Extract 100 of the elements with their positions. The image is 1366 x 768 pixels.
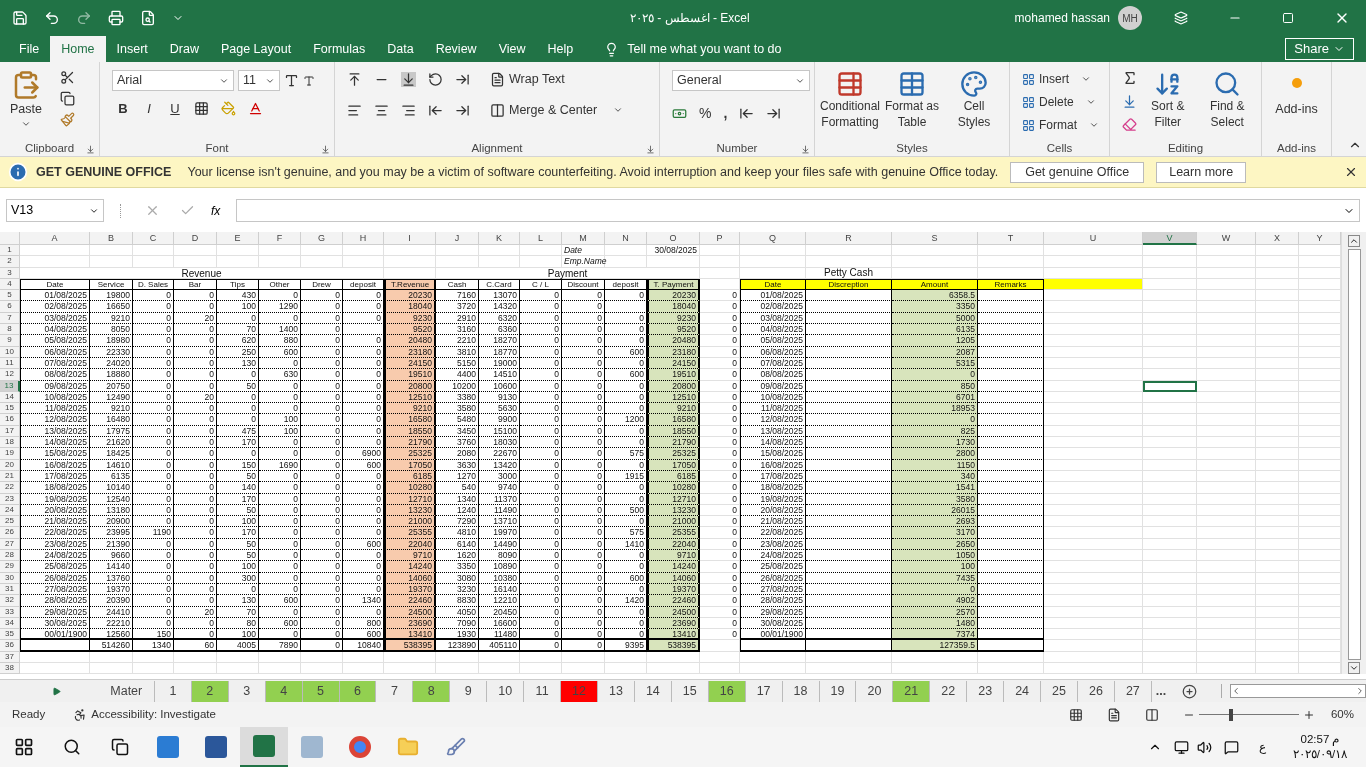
dialog-launcher-icon[interactable] — [86, 144, 95, 154]
column-letter[interactable]: V — [1143, 232, 1197, 245]
row-number[interactable]: 30 — [0, 572, 20, 584]
ribbon-tab[interactable]: Help — [536, 36, 585, 62]
ribbon-tab[interactable]: Review — [424, 36, 488, 62]
page-break-icon[interactable] — [1144, 707, 1159, 722]
close-icon[interactable] — [1344, 165, 1358, 179]
merge-center-button[interactable]: Merge & Center — [490, 100, 624, 120]
input-language[interactable]: ع — [1259, 738, 1266, 757]
autosum-icon[interactable] — [1122, 70, 1138, 86]
row-number[interactable]: 19 — [0, 448, 20, 460]
sheet-tab[interactable]: 24 — [1004, 680, 1042, 702]
column-letter[interactable]: D — [174, 232, 217, 245]
browser-icon[interactable] — [349, 736, 371, 759]
row-number[interactable]: 3 — [0, 267, 20, 279]
sheet-tab[interactable]: 21 — [893, 680, 931, 702]
sheet-tab[interactable]: 2 — [191, 680, 229, 702]
column-letter[interactable]: C — [133, 232, 174, 245]
volume-icon[interactable] — [1197, 739, 1212, 755]
wrap-text-button[interactable]: Wrap Text — [490, 70, 565, 89]
network-icon[interactable] — [1174, 739, 1189, 755]
row-number[interactable]: 35 — [0, 629, 20, 641]
vertical-scrollbar[interactable] — [1341, 232, 1366, 675]
row-number[interactable]: 26 — [0, 527, 20, 539]
editing-button[interactable]: Find & Select — [1197, 66, 1257, 142]
sheet-tab[interactable]: 5 — [302, 680, 340, 702]
share-button[interactable]: Share — [1285, 38, 1354, 60]
sheet-tab[interactable]: 27 — [1114, 680, 1152, 702]
font-size-field[interactable]: 11 — [238, 70, 280, 91]
normal-view-icon[interactable] — [1068, 707, 1083, 722]
word-app-icon[interactable] — [205, 736, 227, 759]
row-number[interactable]: 23 — [0, 493, 20, 505]
undo-icon[interactable] — [44, 10, 60, 26]
zoom-in-icon[interactable] — [1302, 708, 1315, 721]
sheet-tab[interactable]: 3 — [228, 680, 266, 702]
accessibility-icon[interactable] — [73, 707, 88, 722]
column-letter[interactable]: W — [1197, 232, 1256, 245]
restore-icon[interactable] — [1282, 12, 1294, 24]
sheet-tab[interactable]: 9 — [450, 680, 488, 702]
borders-icon[interactable] — [194, 101, 209, 117]
column-letter[interactable]: T — [978, 232, 1044, 245]
row-number[interactable]: 37 — [0, 651, 20, 663]
cells-button[interactable]: Format — [1022, 116, 1099, 134]
cut-icon[interactable] — [60, 70, 75, 85]
add-ins-button[interactable]: Add-ins — [1266, 66, 1327, 142]
align-left-icon[interactable] — [347, 102, 362, 118]
page-layout-icon[interactable] — [1106, 707, 1121, 722]
row-number[interactable]: 33 — [0, 606, 20, 618]
column-letter[interactable]: Y — [1299, 232, 1341, 245]
column-letter[interactable]: Q — [740, 232, 806, 245]
app-icon[interactable] — [157, 736, 179, 759]
row-number[interactable]: 13 — [0, 380, 20, 392]
row-number[interactable]: 28 — [0, 550, 20, 562]
zoom-level[interactable]: 60% — [1330, 706, 1354, 724]
column-letter[interactable]: U — [1044, 232, 1143, 245]
insert-function-button[interactable]: fx — [211, 201, 221, 220]
tell-me-field[interactable]: Tell me what you want to do — [627, 39, 782, 59]
ribbon-tab[interactable]: Home — [50, 36, 106, 62]
row-number[interactable]: 10 — [0, 346, 20, 358]
column-letter[interactable]: I — [384, 232, 436, 245]
sheet-tab[interactable]: 26 — [1077, 680, 1115, 702]
row-number[interactable]: 25 — [0, 516, 20, 528]
row-number[interactable]: 29 — [0, 561, 20, 573]
row-number[interactable]: 18 — [0, 437, 20, 449]
user-avatar[interactable]: MH — [1118, 6, 1142, 30]
search-icon[interactable] — [63, 738, 81, 757]
row-number[interactable]: 9 — [0, 335, 20, 347]
shrink-font-icon[interactable] — [303, 74, 315, 87]
styles-button[interactable]: Cell Styles — [943, 66, 1005, 142]
row-number[interactable]: 2 — [0, 256, 20, 268]
sheet-tab[interactable]: 10 — [487, 680, 525, 702]
notifications-icon[interactable] — [1224, 739, 1239, 755]
column-letter[interactable]: O — [647, 232, 700, 245]
scrollbar-thumb[interactable] — [1347, 249, 1361, 661]
row-number[interactable]: 8 — [0, 324, 20, 336]
fill-color-icon[interactable] — [221, 101, 236, 117]
row-number[interactable]: 22 — [0, 482, 20, 494]
sheet-tab[interactable]: Mater — [98, 680, 155, 702]
column-letter[interactable]: K — [479, 232, 520, 245]
start-icon[interactable] — [14, 737, 34, 758]
print-icon[interactable] — [108, 10, 124, 26]
copy-icon[interactable] — [60, 91, 75, 106]
ribbon-display-icon[interactable] — [1174, 11, 1188, 25]
spreadsheet-grid[interactable] — [0, 232, 1341, 675]
empty-cell[interactable] — [740, 640, 806, 652]
sheet-tab[interactable]: 13 — [598, 680, 635, 702]
sheet-tab[interactable]: 16 — [708, 680, 746, 702]
cancel-icon[interactable] — [145, 203, 160, 218]
column-letter[interactable]: L — [520, 232, 562, 245]
dialog-launcher-icon[interactable] — [801, 144, 810, 154]
percent-button[interactable]: % — [699, 103, 712, 124]
row-number[interactable]: 36 — [0, 640, 20, 652]
ribbon-tab[interactable]: Insert — [105, 36, 159, 62]
orientation-icon[interactable] — [428, 71, 443, 87]
ribbon-tab[interactable]: View — [487, 36, 537, 62]
dialog-launcher-icon[interactable] — [646, 144, 655, 154]
row-number[interactable]: 32 — [0, 595, 20, 607]
row-number[interactable]: 15 — [0, 403, 20, 415]
column-letter[interactable]: A — [20, 232, 90, 245]
selected-cell[interactable] — [1143, 380, 1197, 392]
